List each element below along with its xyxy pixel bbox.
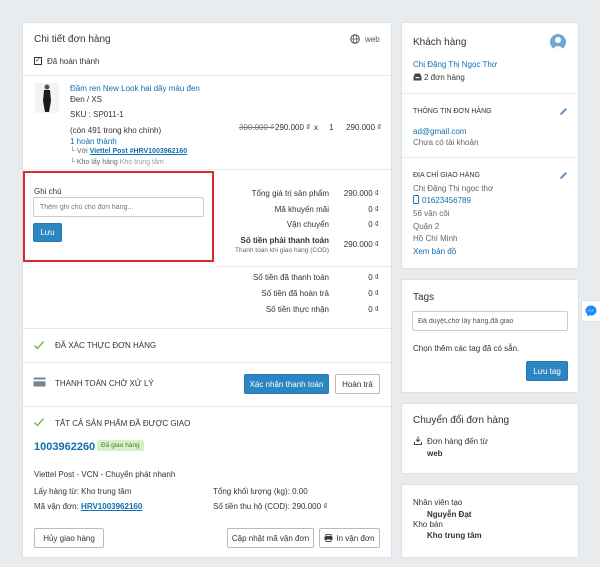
- customer-orders: 2 đơn hàng: [424, 73, 465, 82]
- print-waybill-button[interactable]: In vận đơn: [319, 528, 380, 548]
- product-variant: Đen / XS: [70, 95, 103, 104]
- tags-title: Tags: [413, 292, 435, 303]
- edit-icon[interactable]: [559, 107, 568, 116]
- phone-icon: [413, 195, 419, 204]
- order-detail-card: Chi tiết đơn hàng web ✓ Đã hoàn thành Đầ…: [22, 22, 392, 558]
- summary-value-2: 0 ₫: [368, 220, 379, 229]
- old-price: 300.000 ₫: [239, 123, 275, 132]
- refund-button[interactable]: Hoàn trả: [335, 374, 380, 394]
- conversion-label: Đơn hàng đến từ: [427, 437, 488, 446]
- shipment-tracking: Mã vận đơn: HRV1003962160: [34, 502, 143, 511]
- note-input[interactable]: [33, 197, 204, 217]
- store-label: Kho bán: [413, 520, 443, 529]
- summary-value-0: 290.000 ₫: [343, 189, 379, 198]
- payment-label-1: Số tiền đã hoàn trả: [261, 289, 329, 298]
- line-total: 290.000 ₫: [346, 123, 382, 132]
- payment-label-0: Số tiền đã thanh toán: [252, 273, 329, 282]
- shipment-code-link[interactable]: 1003962260: [34, 441, 95, 453]
- confirm-payment-button[interactable]: Xác nhận thanh toán: [244, 374, 329, 394]
- customer-account: Chưa có tài khoản: [413, 138, 479, 147]
- note-save-button[interactable]: Lưu: [33, 223, 62, 242]
- avatar: [550, 34, 566, 50]
- shipment-cod: Số tiền thu hộ (COD): 290.000 ₫: [213, 502, 328, 511]
- globe-icon: [350, 34, 360, 44]
- product-name-link[interactable]: Đầm ren New Look hai dây màu đen: [70, 84, 200, 93]
- unit-price: 290.000 ₫: [275, 123, 311, 132]
- tags-hint: Chọn thêm các tag đã có sẵn.: [413, 344, 520, 353]
- carrier-line: └ Với Viettel Post #HRV1003962160: [70, 148, 188, 155]
- ship-district: Quận 2: [413, 222, 440, 231]
- note-label: Ghi chú: [34, 187, 62, 196]
- edit-icon[interactable]: [559, 171, 568, 180]
- payment-status: THANH TOÁN CHỜ XỬ LÝ: [55, 379, 154, 388]
- customer-card: Khách hàng Chị Đặng Thị Ngọc Thơ 2 đơn h…: [401, 22, 579, 269]
- creator-label: Nhân viên tạo: [413, 498, 463, 507]
- order-source: web: [365, 35, 380, 44]
- conversion-card: Chuyển đổi đơn hàng Đơn hàng đến từ web: [401, 403, 579, 474]
- product-thumbnail: [35, 83, 59, 113]
- shipment-pickup: Lấy hàng từ: Kho trung tâm: [34, 487, 132, 496]
- customer-title: Khách hàng: [413, 37, 467, 48]
- customer-name-link[interactable]: Chị Đặng Thị Ngọc Thơ: [413, 60, 497, 69]
- ship-name: Chị Đặng Thị ngọc thơ: [413, 184, 494, 193]
- total-value: 290.000 ₫: [343, 240, 379, 249]
- product-sku: SKU : SP011-1: [70, 110, 124, 119]
- ship-address: 56 vân côi: [413, 209, 450, 218]
- quantity: 1: [329, 123, 334, 132]
- total-label: Số tiền phải thanh toán: [240, 236, 329, 245]
- staff-card: Nhân viên tạo Nguyễn Đạt Kho bán Kho tru…: [401, 484, 579, 558]
- total-sub: Thanh toán khi giao hàng (COD): [235, 247, 329, 254]
- ship-city: Hồ Chí Minh: [413, 234, 458, 243]
- order-status: Đã hoàn thành: [47, 57, 100, 66]
- order-title: Chi tiết đơn hàng: [34, 34, 111, 45]
- conversion-title: Chuyển đổi đơn hàng: [413, 415, 510, 426]
- printer-icon: [324, 534, 333, 542]
- messenger-chat-button[interactable]: [581, 300, 600, 322]
- update-tracking-button[interactable]: Cập nhật mã vận đơn: [227, 528, 314, 548]
- tracking-link[interactable]: HRV1003962160: [81, 502, 142, 511]
- summary-label-0: Tổng giá trị sản phẩm: [251, 189, 329, 198]
- carrier-tracking-link[interactable]: Viettel Post #HRV1003962160: [90, 148, 187, 155]
- tags-card: Tags Chọn thêm các tag đã có sẵn. Lưu ta…: [401, 279, 579, 393]
- delivered-status: TẤT CẢ SẢN PHẨM ĐÃ ĐƯỢC GIAO: [55, 419, 191, 428]
- check-icon: [33, 416, 45, 428]
- fulfilled-count: 1 hoàn thành: [70, 137, 117, 146]
- save-tags-button[interactable]: Lưu tag: [526, 361, 568, 381]
- times-sign: x: [314, 123, 318, 132]
- conversion-source: web: [427, 449, 443, 458]
- creator-name: Nguyễn Đạt: [427, 510, 472, 519]
- payment-value-0: 0 ₫: [368, 273, 379, 282]
- check-icon: [33, 339, 45, 351]
- customer-phone-link[interactable]: 01623456789: [422, 196, 471, 205]
- warehouse-line: └ Kho lấy hàng Kho trung tâm: [70, 159, 164, 166]
- cancel-shipment-button[interactable]: Hủy giao hàng: [34, 528, 104, 548]
- view-map-link[interactable]: Xem bản đồ: [413, 247, 456, 256]
- download-icon: [414, 436, 422, 445]
- shipping-address-title: ĐỊA CHỈ GIAO HÀNG: [413, 172, 480, 179]
- delivered-badge: Đã giao hàng: [97, 440, 144, 451]
- inbox-icon: [413, 73, 422, 81]
- summary-value-1: 0 ₫: [368, 205, 379, 214]
- credit-card-icon: [33, 377, 46, 387]
- verified-status: ĐÃ XÁC THỰC ĐƠN HÀNG: [55, 341, 157, 350]
- checkbox-checked-icon: ✓: [34, 57, 42, 65]
- summary-label-2: Vận chuyển: [286, 220, 329, 229]
- product-stock: (còn 491 trong kho chính): [70, 126, 162, 135]
- tags-input[interactable]: [412, 311, 568, 331]
- store-name: Kho trung tâm: [427, 531, 482, 540]
- payment-label-2: Số tiền thực nhận: [265, 305, 329, 314]
- order-info-title: THÔNG TIN ĐƠN HÀNG: [413, 108, 492, 115]
- payment-value-2: 0 ₫: [368, 305, 379, 314]
- payment-value-1: 0 ₫: [368, 289, 379, 298]
- messenger-icon: [585, 305, 597, 317]
- shipment-weight: Tổng khối lượng (kg): 0.00: [213, 487, 308, 496]
- summary-label-1: Mã khuyến mãi: [274, 205, 329, 214]
- customer-email-link[interactable]: ad@gmail.com: [413, 127, 466, 136]
- shipment-carrier: Viettel Post - VCN - Chuyển phát nhanh: [34, 470, 176, 479]
